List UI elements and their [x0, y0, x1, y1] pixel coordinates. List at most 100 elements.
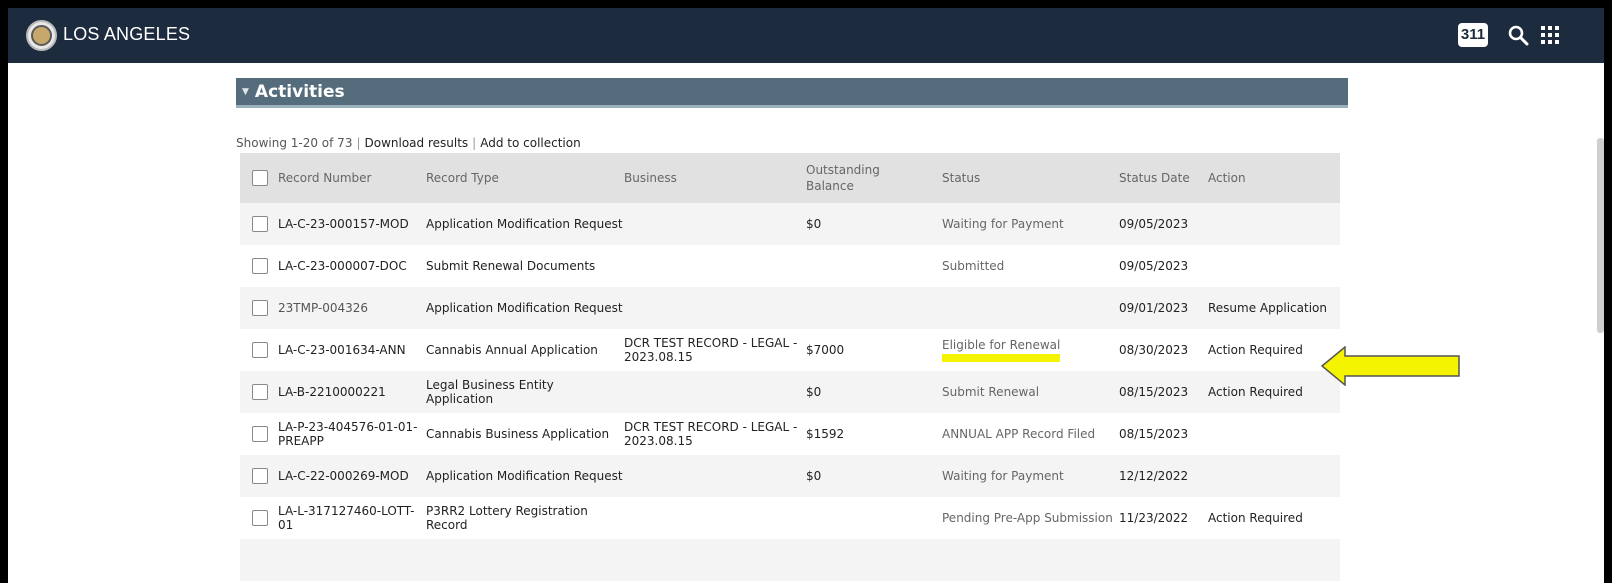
status: Submitted: [942, 259, 1005, 273]
table-row: LA-P-23-404576-01-01-PREAPP Cannabis Bus…: [240, 413, 1340, 455]
vertical-scrollbar[interactable]: [1597, 138, 1604, 333]
column-header-status-date[interactable]: Status Date: [1119, 153, 1208, 203]
activities-section-header[interactable]: ▼ Activities: [236, 78, 1348, 108]
download-results-link[interactable]: Download results: [365, 136, 469, 150]
column-header-record-type[interactable]: Record Type: [426, 153, 624, 203]
311-button[interactable]: 311: [1458, 23, 1488, 47]
section-title: Activities: [254, 81, 345, 102]
outstanding-balance: $1592: [806, 427, 845, 441]
select-all-cell: [240, 153, 278, 203]
select-all-checkbox[interactable]: [252, 170, 268, 186]
row-select-cell: [240, 413, 278, 455]
row-checkbox[interactable]: [252, 510, 268, 526]
status: Waiting for Payment: [942, 469, 1064, 483]
row-select-cell: [240, 245, 278, 287]
business: [624, 245, 806, 287]
record-type: Application Modification Request: [426, 469, 623, 483]
collapse-caret-icon[interactable]: ▼: [242, 87, 249, 97]
column-header-outstanding-balance-label: Outstanding Balance: [806, 163, 880, 193]
table-row: LA-B-2210000221 Legal Business Entity Ap…: [240, 371, 1340, 413]
row-checkbox[interactable]: [252, 300, 268, 316]
record-number-link[interactable]: LA-C-23-000007-DOC: [278, 245, 426, 287]
action-link[interactable]: [1208, 245, 1340, 287]
row-select-cell: [240, 287, 278, 329]
table-row: LA-C-23-000007-DOC Submit Renewal Docume…: [240, 245, 1340, 287]
city-seal-icon[interactable]: [26, 20, 57, 51]
table-row-partial: [240, 539, 1340, 581]
column-header-record-number[interactable]: Record Number: [278, 153, 426, 203]
row-checkbox[interactable]: [252, 426, 268, 442]
record-number-link[interactable]: LA-C-23-000157-MOD: [278, 203, 426, 245]
status: Waiting for Payment: [942, 217, 1064, 231]
record-type: Application Modification Request: [426, 217, 623, 231]
status-date: 08/30/2023: [1119, 343, 1189, 357]
status-date: 08/15/2023: [1119, 385, 1189, 399]
action-link[interactable]: Action Required: [1208, 497, 1340, 539]
record-number-link[interactable]: LA-B-2210000221: [278, 371, 426, 413]
record-type: Submit Renewal Documents: [426, 259, 596, 273]
record-type: Cannabis Annual Application: [426, 343, 598, 357]
record-number-link[interactable]: 23TMP-004326: [278, 287, 426, 329]
status-date: 09/01/2023: [1119, 301, 1189, 315]
status: [942, 287, 1119, 329]
partial-row-cell: [240, 539, 1340, 581]
search-icon[interactable]: [1506, 23, 1532, 49]
main-content: ▼ Activities Showing 1-20 of 73 | Download…: [236, 78, 1348, 581]
row-checkbox[interactable]: [252, 216, 268, 232]
business: [624, 497, 806, 539]
status: ANNUAL APP Record Filed: [942, 427, 1096, 441]
table-row: LA-C-23-001634-ANN Cannabis Annual Appli…: [240, 329, 1340, 371]
column-header-status[interactable]: Status: [942, 153, 1119, 203]
status: Eligible for Renewal: [942, 329, 1119, 371]
table-row: LA-C-22-000269-MOD Application Modificat…: [240, 455, 1340, 497]
outstanding-balance: $7000: [806, 343, 845, 357]
record-type: P3RR2 Lottery Registration Record: [426, 504, 588, 532]
business: DCR TEST RECORD - LEGAL - 2023.08.15: [624, 420, 798, 448]
outstanding-balance: [806, 497, 942, 539]
record-number-link[interactable]: LA-C-22-000269-MOD: [278, 455, 426, 497]
record-number-link[interactable]: LA-L-317127460-LOTT-01: [278, 497, 426, 539]
business: [624, 455, 806, 497]
status-highlighted: Eligible for Renewal: [942, 338, 1061, 362]
status-date: 12/12/2022: [1119, 469, 1189, 483]
status-date: 11/23/2022: [1119, 511, 1189, 525]
grid-icon[interactable]: [1540, 25, 1560, 45]
table-row: LA-C-23-000157-MOD Application Modificat…: [240, 203, 1340, 245]
business: [624, 287, 806, 329]
action-link[interactable]: [1208, 455, 1340, 497]
action-link[interactable]: Resume Application: [1208, 287, 1340, 329]
row-checkbox[interactable]: [252, 342, 268, 358]
column-header-business[interactable]: Business: [624, 153, 806, 203]
record-type: Legal Business Entity Application: [426, 378, 554, 406]
table-header-row: Record Number Record Type Business Outst…: [240, 153, 1340, 203]
outstanding-balance: [806, 287, 942, 329]
outstanding-balance: [806, 245, 942, 287]
status: Pending Pre-App Submission: [942, 511, 1113, 525]
outstanding-balance: $0: [806, 217, 822, 231]
action-link[interactable]: [1208, 413, 1340, 455]
results-toolbar: Showing 1-20 of 73 | Download results | Add …: [236, 133, 1348, 153]
row-select-cell: [240, 203, 278, 245]
row-checkbox[interactable]: [252, 258, 268, 274]
business: [624, 203, 806, 245]
row-select-cell: [240, 497, 278, 539]
business: DCR TEST RECORD - LEGAL - 2023.08.15: [624, 336, 798, 364]
results-count: Showing 1-20 of 73: [236, 136, 353, 150]
column-header-outstanding-balance[interactable]: Outstanding Balance: [806, 153, 942, 203]
record-number-link[interactable]: LA-C-23-001634-ANN: [278, 329, 426, 371]
separator: |: [472, 136, 477, 150]
record-number-link[interactable]: LA-P-23-404576-01-01-PREAPP: [278, 413, 426, 455]
row-checkbox[interactable]: [252, 468, 268, 484]
row-checkbox[interactable]: [252, 384, 268, 400]
status-date: 08/15/2023: [1119, 427, 1189, 441]
city-seal-emblem: [31, 25, 52, 46]
status-date: 09/05/2023: [1119, 259, 1189, 273]
column-header-action[interactable]: Action: [1208, 153, 1340, 203]
add-to-collection-link[interactable]: Add to collection: [480, 136, 580, 150]
annotation-arrow-icon: [1321, 346, 1460, 386]
action-link[interactable]: [1208, 203, 1340, 245]
table-row: LA-L-317127460-LOTT-01 P3RR2 Lottery Reg…: [240, 497, 1340, 539]
site-brand[interactable]: LOS ANGELES: [63, 24, 190, 45]
top-navigation-bar: LOS ANGELES 311: [8, 8, 1604, 63]
business: [624, 371, 806, 413]
